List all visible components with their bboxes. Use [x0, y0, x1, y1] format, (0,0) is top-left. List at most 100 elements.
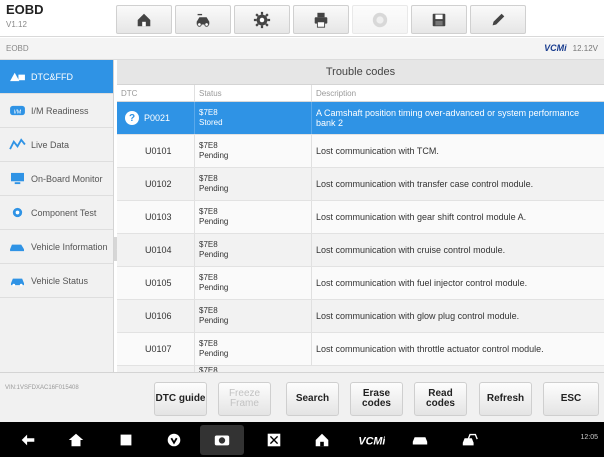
- dtc-code-cell: U0106: [117, 300, 194, 332]
- dtc-code-cell: U0104: [117, 234, 194, 266]
- app-version: V1.12: [6, 20, 27, 29]
- dtc-code: P0021: [144, 113, 171, 123]
- camera-icon[interactable]: [200, 425, 244, 455]
- home-nav-icon[interactable]: [66, 430, 86, 450]
- vehicle-swap-button[interactable]: [175, 5, 231, 34]
- battery-voltage: 12.12V: [572, 43, 598, 53]
- print-button[interactable]: [293, 5, 349, 34]
- sidebar-item-dtc-ffd[interactable]: DTC&FFD: [0, 60, 113, 94]
- erase-codes-button[interactable]: Erase codes: [350, 382, 403, 416]
- vpn-icon[interactable]: [164, 430, 184, 450]
- app-title: EOBD: [6, 2, 44, 17]
- sidebar-item-label: Vehicle Status: [31, 275, 89, 286]
- screenshot-icon[interactable]: [264, 430, 284, 450]
- dtc-status: $7E8 Pending: [199, 141, 229, 160]
- vci-logo: VCMi: [544, 43, 567, 53]
- sidebar-item-live-data[interactable]: Live Data: [0, 128, 113, 162]
- sidebar-item-component-test[interactable]: Component Test: [0, 196, 113, 230]
- sidebar-item-vehicle-status[interactable]: Vehicle Status: [0, 264, 113, 298]
- dtc-status: $7E8 Stored: [199, 108, 223, 127]
- table-row[interactable]: U0101 $7E8 Pending Lost communication with…: [117, 135, 604, 168]
- breadcrumb: EOBD: [6, 44, 29, 53]
- column-header-status: Status: [194, 85, 311, 101]
- dtc-code-cell: U0103: [117, 201, 194, 233]
- table-row[interactable]: ? P0021 $7E8 Stored A Camshaft position tim…: [117, 102, 604, 135]
- table-header: DTC Status Description: [117, 85, 604, 102]
- dtc-code: U0101: [145, 146, 172, 156]
- svg-text:I/M: I/M: [13, 109, 21, 115]
- dtc-status: $7E8 Pending: [199, 273, 229, 292]
- settings-button[interactable]: [234, 5, 290, 34]
- dtc-description: Lost communication with fuel injector co…: [316, 278, 528, 288]
- help-icon: [372, 12, 388, 27]
- dtc-code: U0102: [145, 179, 172, 189]
- table-row[interactable]: U0107 $7E8 Pending Lost communication with…: [117, 333, 604, 366]
- dtc-code: U0107: [145, 344, 172, 354]
- sidebar-item-label: Live Data: [31, 139, 70, 150]
- column-header-dtc: DTC: [121, 89, 138, 98]
- dtc-code-cell: U0102: [117, 168, 194, 200]
- dtc-code: U0103: [145, 212, 172, 222]
- android-nav-bar: VCMi 12:05: [0, 422, 604, 457]
- refresh-button[interactable]: Refresh: [479, 382, 532, 416]
- sidebar-item-label: DTC&FFD: [31, 71, 73, 82]
- sidebar-item-label: Vehicle Information: [31, 241, 108, 252]
- search-button[interactable]: Search: [286, 382, 339, 416]
- dtc-description: A Camshaft position timing over-advanced…: [316, 108, 580, 128]
- recent-apps-icon[interactable]: [116, 430, 136, 450]
- dtc-status: $7E8 Pending: [199, 207, 229, 226]
- dtc-description: Lost communication with TCM.: [316, 146, 439, 156]
- dtc-code: U0106: [145, 311, 172, 321]
- table-row[interactable]: U0106 $7E8 Pending Lost communication with…: [117, 300, 604, 333]
- table-row[interactable]: U0103 $7E8 Pending Lost communication with…: [117, 201, 604, 234]
- system-tray: 12:05: [580, 434, 598, 441]
- dtc-description: Lost communication with cruise control m…: [316, 245, 506, 255]
- sidebar-item-label: On-Board Monitor: [31, 173, 103, 184]
- save-button[interactable]: [411, 5, 467, 34]
- print-icon: [314, 12, 328, 28]
- dtc-code-cell: U0107: [117, 333, 194, 365]
- sidebar-item-label: Component Test: [31, 207, 97, 218]
- home-app-icon[interactable]: [312, 430, 332, 450]
- dtc-code: U0104: [145, 245, 172, 255]
- dtc-status: $7E8 Pending: [199, 240, 229, 259]
- table-row[interactable]: U0105 $7E8 Pending Lost communication with…: [117, 267, 604, 300]
- dtc-code: U0105: [145, 278, 172, 288]
- dtc-status: $7E8 Pending: [199, 339, 229, 358]
- trouble-codes-panel: Trouble codes DTC Status Description ? P0…: [117, 60, 604, 372]
- save-icon: [432, 13, 446, 26]
- dtc-code-cell: U0105: [117, 267, 194, 299]
- sidebar-item-on-board-monitor[interactable]: On-Board Monitor: [0, 162, 113, 196]
- readiness-icon: I/M: [8, 104, 26, 118]
- sidebar-item-vehicle-information[interactable]: Vehicle Information: [0, 230, 113, 264]
- multi-vehicle-icon[interactable]: [460, 430, 480, 450]
- freeze-frame-button[interactable]: Freeze Frame: [218, 382, 271, 416]
- vcmi-icon[interactable]: VCMi: [356, 430, 386, 450]
- sidebar-item-label: I/M Readiness: [31, 105, 89, 116]
- edit-icon: [492, 13, 505, 25]
- dtc-description: Lost communication with transfer case co…: [316, 179, 534, 189]
- esc-button[interactable]: ESC: [543, 382, 599, 416]
- sidebar-item-im-readiness[interactable]: I/M I/M Readiness: [0, 94, 113, 128]
- function-bar: VIN:1VSFDXAC16F015408 DTC guide Freeze F…: [0, 372, 604, 422]
- toolbar: [116, 5, 526, 34]
- status-line: EOBD VCMi 12.12V: [0, 38, 604, 60]
- dtc-guide-button[interactable]: DTC guide: [154, 382, 207, 416]
- help-button[interactable]: [352, 5, 408, 34]
- column-header-description: Description: [311, 85, 604, 101]
- vehicle-status-icon: [8, 274, 26, 288]
- vci-status: VCMi 12.12V: [544, 43, 598, 53]
- read-codes-button[interactable]: Read codes: [414, 382, 467, 416]
- table-row[interactable]: U0104 $7E8 Pending Lost communication with…: [117, 234, 604, 267]
- home-button[interactable]: [116, 5, 172, 34]
- dtc-help-icon[interactable]: ?: [125, 111, 139, 125]
- settings-icon: [253, 11, 271, 28]
- vehicle-app-icon[interactable]: [410, 430, 430, 450]
- edit-button[interactable]: [470, 5, 526, 34]
- table-row[interactable]: U0102 $7E8 Pending Lost communication with…: [117, 168, 604, 201]
- home-icon: [137, 13, 151, 26]
- back-icon[interactable]: [18, 430, 38, 450]
- monitor-icon: [8, 172, 26, 186]
- trouble-code-list[interactable]: ? P0021 $7E8 Stored A Camshaft position tim…: [117, 102, 604, 372]
- vehicle-info-icon: [8, 240, 26, 254]
